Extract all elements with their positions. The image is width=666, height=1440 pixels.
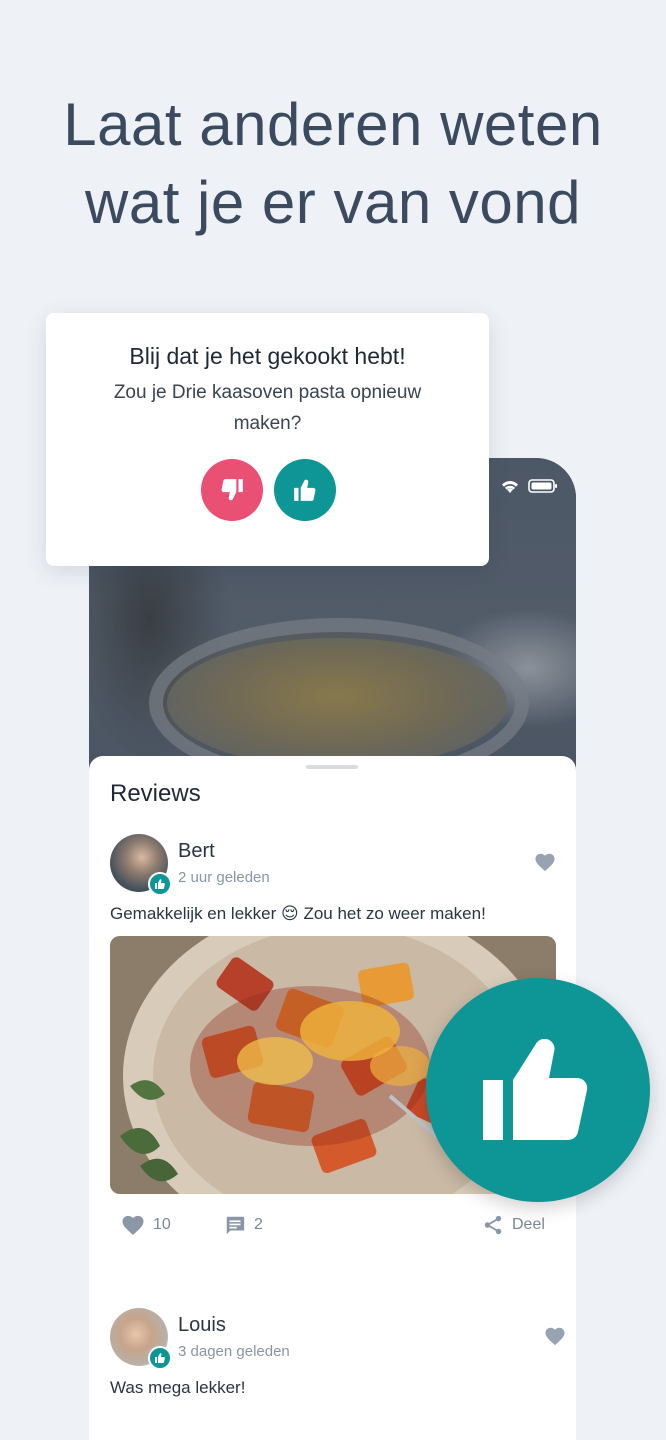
share-label: Deel [512, 1216, 545, 1233]
thumbs-up-icon [294, 479, 316, 501]
heart-icon[interactable] [534, 852, 556, 877]
like-button[interactable]: 10 [121, 1214, 171, 1236]
drag-handle[interactable] [306, 765, 358, 769]
battery-icon [528, 479, 557, 493]
review-text: Was mega lekker! [110, 1378, 246, 1397]
cooked-feedback-dialog: Blij dat je het gekookt hebt! Zou je Dri… [46, 313, 489, 566]
thumbs-up-badge-icon [148, 1346, 172, 1370]
like-button[interactable] [274, 459, 336, 521]
review-text: Gemakkelijk en lekker 😌 Zou het zo weer … [110, 904, 486, 923]
review-actions: 10 2 Deel [110, 1214, 556, 1244]
thumbs-down-icon [221, 479, 243, 501]
reviewer-name[interactable]: Louis [178, 1314, 226, 1337]
reviewer-name[interactable]: Bert [178, 840, 215, 863]
status-bar [500, 478, 558, 494]
headline-line-2: wat je er van vond [85, 169, 581, 236]
comment-icon [226, 1216, 245, 1235]
heart-icon[interactable] [544, 1326, 566, 1351]
wifi-icon [502, 481, 518, 493]
thumbs-up-icon [426, 978, 650, 1202]
thumbs-up-badge-icon [148, 872, 172, 896]
review-time: 3 dagen geleden [178, 1343, 290, 1360]
share-button[interactable]: Deel [482, 1214, 545, 1236]
comment-count: 2 [254, 1216, 263, 1233]
page-headline: Laat anderen weten wat je er van vond [0, 86, 666, 242]
review-time: 2 uur geleden [178, 869, 270, 886]
like-count: 10 [153, 1216, 171, 1233]
heart-icon [122, 1215, 144, 1235]
phone-mockup: Reviews Bert 2 uur geleden Gemakkelijk e… [89, 458, 576, 1440]
comment-button[interactable]: 2 [224, 1214, 263, 1236]
reviews-title: Reviews [110, 780, 201, 807]
review-item: Louis 3 dagen geleden Was mega lekker! [110, 1308, 565, 1440]
dialog-title: Blij dat je het gekookt hebt! [129, 343, 406, 369]
share-icon [484, 1215, 502, 1235]
dislike-button[interactable] [201, 459, 263, 521]
headline-line-1: Laat anderen weten [63, 91, 603, 158]
dialog-question: Zou je Drie kaasoven pasta opnieuw maken… [113, 382, 422, 434]
